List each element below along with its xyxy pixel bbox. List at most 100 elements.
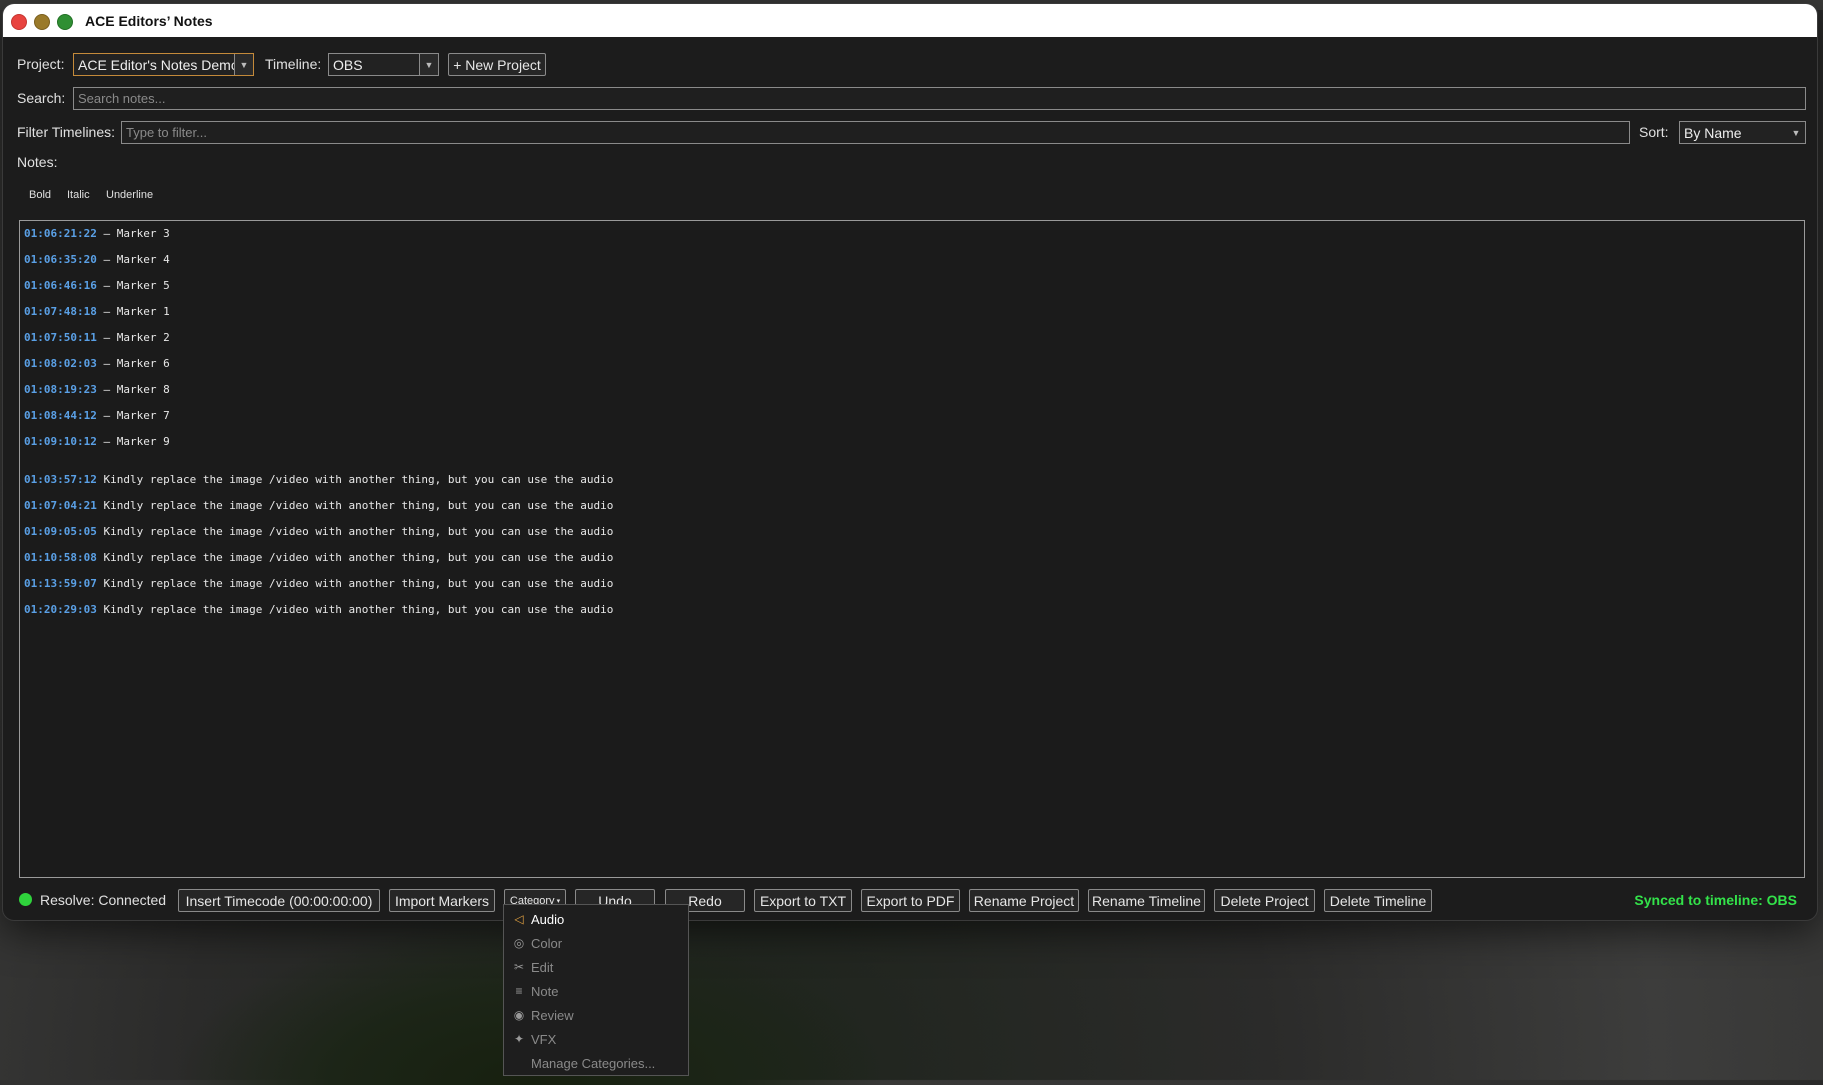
italic-button[interactable]: Italic bbox=[67, 189, 90, 201]
sparkle-icon: ✦ bbox=[513, 1032, 525, 1046]
sort-combo[interactable]: By Name ▼ bbox=[1679, 121, 1806, 144]
timecode-link[interactable]: 01:06:21:22 bbox=[24, 227, 97, 240]
marker-note-line[interactable]: 01:06:21:22 — Marker 3 bbox=[24, 227, 170, 240]
delete-project-button[interactable]: Delete Project bbox=[1214, 889, 1315, 912]
close-window-button[interactable] bbox=[11, 14, 27, 30]
notes-editor[interactable]: 01:06:21:22 — Marker 3 01:06:35:20 — Mark… bbox=[19, 220, 1805, 878]
rename-timeline-button[interactable]: Rename Timeline bbox=[1088, 889, 1205, 912]
new-project-button[interactable]: + New Project bbox=[448, 53, 546, 76]
note-text: Kindly replace the image /video with ano… bbox=[96, 551, 614, 564]
note-text: — Marker 8 bbox=[96, 383, 170, 396]
timecode-link[interactable]: 01:09:05:05 bbox=[24, 525, 97, 538]
note-text: — Marker 4 bbox=[96, 253, 170, 266]
app-window: ACE Editors’ Notes Project: ACE Editor's… bbox=[2, 3, 1818, 921]
timecode-link[interactable]: 01:07:50:11 bbox=[24, 331, 97, 344]
note-text: — Marker 3 bbox=[96, 227, 170, 240]
timecode-link[interactable]: 01:07:48:18 bbox=[24, 305, 97, 318]
menu-item-label: Edit bbox=[531, 959, 554, 975]
timecode-link[interactable]: 01:13:59:07 bbox=[24, 577, 97, 590]
search-label: Search: bbox=[17, 90, 66, 106]
underline-button[interactable]: Underline bbox=[106, 189, 153, 201]
timecode-link[interactable]: 01:09:10:12 bbox=[24, 435, 97, 448]
export-pdf-button[interactable]: Export to PDF bbox=[861, 889, 960, 912]
marker-note-line[interactable]: 01:08:19:23 — Marker 8 bbox=[24, 383, 170, 396]
comment-note-line[interactable]: 01:13:59:07 Kindly replace the image /vi… bbox=[24, 577, 613, 590]
speaker-icon: ◁ bbox=[514, 912, 524, 926]
timeline-label: Timeline: bbox=[265, 56, 322, 72]
chevron-down-icon[interactable]: ▼ bbox=[234, 54, 253, 75]
menu-item-label: Audio bbox=[531, 911, 565, 927]
comment-note-line[interactable]: 01:09:05:05 Kindly replace the image /vi… bbox=[24, 525, 613, 538]
title-bar: ACE Editors’ Notes bbox=[3, 4, 1817, 37]
note-text: — Marker 7 bbox=[96, 409, 170, 422]
comment-note-line[interactable]: 01:07:04:21 Kindly replace the image /vi… bbox=[24, 499, 613, 512]
marker-note-line[interactable]: 01:07:50:11 — Marker 2 bbox=[24, 331, 170, 344]
palette-icon: ◎ bbox=[513, 936, 525, 950]
category-menu-item-audio[interactable]: ◁ Audio bbox=[504, 908, 688, 930]
project-value: ACE Editor's Notes Demo bbox=[78, 56, 239, 73]
category-menu-item-edit[interactable]: ✂ Edit bbox=[504, 956, 688, 978]
insert-timecode-button[interactable]: Insert Timecode (00:00:00:00) bbox=[178, 889, 380, 912]
marker-note-line[interactable]: 01:08:02:03 — Marker 6 bbox=[24, 357, 170, 370]
note-text: Kindly replace the image /video with ano… bbox=[96, 603, 614, 616]
menu-item-label: Review bbox=[531, 1007, 574, 1023]
marker-note-line[interactable]: 01:07:48:18 — Marker 1 bbox=[24, 305, 170, 318]
menu-item-label: Color bbox=[531, 935, 563, 951]
menu-item-label: Manage Categories... bbox=[531, 1055, 656, 1071]
project-combo[interactable]: ACE Editor's Notes Demo ▼ bbox=[73, 53, 254, 76]
timeline-combo[interactable]: OBS ▼ bbox=[328, 53, 439, 76]
timecode-link[interactable]: 01:20:29:03 bbox=[24, 603, 97, 616]
marker-note-line[interactable]: 01:09:10:12 — Marker 9 bbox=[24, 435, 170, 448]
note-text: — Marker 6 bbox=[96, 357, 170, 370]
note-text: Kindly replace the image /video with ano… bbox=[96, 499, 614, 512]
timecode-link[interactable]: 01:07:04:21 bbox=[24, 499, 97, 512]
export-txt-button[interactable]: Export to TXT bbox=[754, 889, 852, 912]
category-menu-item-review[interactable]: ◉ Review bbox=[504, 1004, 688, 1026]
category-menu-item-manage-categories[interactable]: Manage Categories... bbox=[504, 1052, 688, 1074]
filter-timelines-label: Filter Timelines: bbox=[17, 124, 116, 140]
sort-label: Sort: bbox=[1639, 124, 1669, 140]
search-input[interactable] bbox=[73, 87, 1806, 110]
timecode-link[interactable]: 01:10:58:08 bbox=[24, 551, 97, 564]
connection-status-text: Resolve: Connected bbox=[40, 892, 167, 908]
timecode-link[interactable]: 01:06:46:16 bbox=[24, 279, 97, 292]
bold-button[interactable]: Bold bbox=[29, 189, 51, 201]
menu-item-label: VFX bbox=[531, 1031, 557, 1047]
chevron-down-icon[interactable]: ▼ bbox=[1787, 122, 1805, 143]
timeline-value: OBS bbox=[333, 56, 363, 73]
marker-note-line[interactable]: 01:08:44:12 — Marker 7 bbox=[24, 409, 170, 422]
filter-timelines-input[interactable] bbox=[121, 121, 1630, 144]
category-menu-item-vfx[interactable]: ✦ VFX bbox=[504, 1028, 688, 1050]
note-text: Kindly replace the image /video with ano… bbox=[96, 525, 614, 538]
timecode-link[interactable]: 01:08:19:23 bbox=[24, 383, 97, 396]
category-menu-item-note[interactable]: ≡ Note bbox=[504, 980, 688, 1002]
zoom-window-button[interactable] bbox=[57, 14, 73, 30]
lines-icon: ≡ bbox=[515, 984, 523, 998]
category-menu: ◁ Audio ◎ Color ✂ Edit ≡ Note ◉ Review ✦ VFX Manage … bbox=[503, 904, 689, 1076]
connection-status-dot bbox=[19, 893, 32, 906]
sort-value: By Name bbox=[1684, 124, 1742, 141]
marker-note-line[interactable]: 01:06:35:20 — Marker 4 bbox=[24, 253, 170, 266]
scissors-icon: ✂ bbox=[513, 960, 525, 974]
import-markers-button[interactable]: Import Markers bbox=[389, 889, 495, 912]
marker-note-line[interactable]: 01:06:46:16 — Marker 5 bbox=[24, 279, 170, 292]
minimize-window-button[interactable] bbox=[34, 14, 50, 30]
timecode-link[interactable]: 01:08:02:03 bbox=[24, 357, 97, 370]
note-text: — Marker 9 bbox=[96, 435, 170, 448]
timecode-link[interactable]: 01:06:35:20 bbox=[24, 253, 97, 266]
sync-status-text: Synced to timeline: OBS bbox=[1634, 892, 1797, 908]
comment-note-line[interactable]: 01:10:58:08 Kindly replace the image /vi… bbox=[24, 551, 613, 564]
note-text: — Marker 2 bbox=[96, 331, 170, 344]
timecode-link[interactable]: 01:03:57:12 bbox=[24, 473, 97, 486]
delete-timeline-button[interactable]: Delete Timeline bbox=[1324, 889, 1432, 912]
comment-note-line[interactable]: 01:03:57:12 Kindly replace the image /vi… bbox=[24, 473, 613, 486]
category-menu-item-color[interactable]: ◎ Color bbox=[504, 932, 688, 954]
rename-project-button[interactable]: Rename Project bbox=[969, 889, 1079, 912]
note-text: — Marker 1 bbox=[96, 305, 170, 318]
comment-note-line[interactable]: 01:20:29:03 Kindly replace the image /vi… bbox=[24, 603, 613, 616]
timecode-link[interactable]: 01:08:44:12 bbox=[24, 409, 97, 422]
chevron-down-icon[interactable]: ▼ bbox=[419, 54, 438, 75]
project-label: Project: bbox=[17, 56, 65, 72]
note-text: Kindly replace the image /video with ano… bbox=[96, 473, 614, 486]
note-text: — Marker 5 bbox=[96, 279, 170, 292]
